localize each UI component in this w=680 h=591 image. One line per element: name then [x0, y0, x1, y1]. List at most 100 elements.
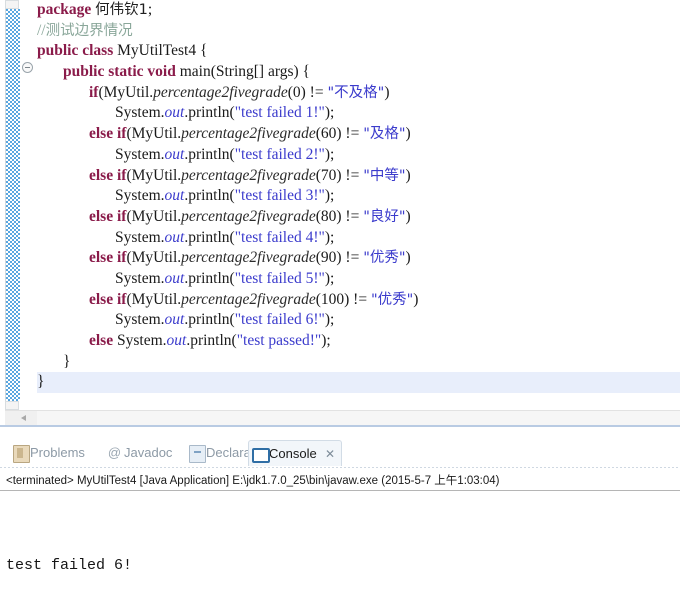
code-token: else — [89, 332, 117, 349]
code-token: ); — [324, 187, 335, 205]
vertical-scrollbar-marker-bar[interactable] — [5, 9, 21, 401]
code-line[interactable]: package 何伟钦1; — [37, 0, 680, 21]
code-line[interactable]: System.out.println("test failed 4!"); — [37, 228, 680, 249]
code-token: "不及格" — [327, 84, 385, 101]
code-token: System. — [115, 311, 165, 329]
overview-ruler-top-cap[interactable] — [5, 0, 19, 9]
console-icon — [252, 448, 270, 463]
code-token: "中等" — [363, 167, 406, 184]
code-editor-area: package 何伟钦1;//测试边界情况 public class MyUtil… — [0, 0, 680, 426]
code-token: .println( — [184, 187, 235, 205]
code-token: ) — [405, 125, 411, 143]
scroll-track[interactable] — [37, 411, 680, 426]
collapse-fold-icon[interactable] — [22, 62, 33, 73]
code-line[interactable]: } — [37, 372, 680, 394]
code-token: (MyUtil. — [126, 125, 182, 143]
code-token: System. — [115, 269, 165, 287]
code-token: public static void — [63, 63, 180, 81]
code-line[interactable]: else if(MyUtil.percentage2fivegrade(90) … — [37, 248, 680, 269]
code-token: "及格" — [363, 126, 406, 143]
code-token: MyUtilTest4 { — [117, 42, 208, 60]
code-line[interactable]: } — [37, 352, 680, 373]
close-icon[interactable]: ✕ — [325, 447, 335, 461]
code-token: ) — [405, 207, 411, 225]
code-line[interactable]: public static void main(String[] args) { — [37, 62, 680, 83]
code-token: else if — [89, 125, 127, 143]
tab-label: Console — [269, 446, 317, 461]
code-token: System. — [115, 104, 165, 122]
code-token: else if — [89, 166, 127, 184]
code-line[interactable]: System.out.println("test failed 5!"); — [37, 269, 680, 290]
code-token: .println( — [184, 311, 235, 329]
eclipse-ide-window: package 何伟钦1;//测试边界情况 public class MyUtil… — [0, 0, 680, 574]
tab-javadoc[interactable]: @ Javadoc — [104, 440, 173, 466]
editor-horizontal-scrollbar[interactable] — [5, 410, 680, 426]
code-token: .println( — [184, 145, 235, 163]
code-token: ) — [384, 83, 390, 101]
code-token: percentage2fivegrade — [181, 207, 316, 225]
code-token: 何伟钦1 — [95, 2, 148, 18]
code-token: "test failed 4!" — [234, 228, 325, 246]
code-line[interactable]: System.out.println("test failed 3!"); — [37, 186, 680, 207]
tab-label: Javadoc — [124, 445, 173, 460]
code-token: ); — [321, 332, 331, 349]
code-token: ); — [324, 311, 335, 329]
tab-problems[interactable]: Problems — [10, 440, 85, 466]
code-line[interactable]: System.out.println("test failed 2!"); — [37, 145, 680, 166]
code-token: out — [166, 332, 187, 349]
overview-ruler-bottom-cap[interactable] — [5, 401, 19, 410]
code-token: (MyUtil. — [126, 249, 182, 267]
code-token: out — [164, 228, 185, 246]
code-token: out — [164, 269, 185, 287]
view-tab-bar: Problems @ Javadoc Declaration Console ✕ — [0, 440, 680, 468]
code-token: (MyUtil. — [126, 290, 182, 308]
code-token: .println( — [184, 269, 235, 287]
code-token: System. — [115, 228, 165, 246]
code-token: "test passed!" — [236, 332, 322, 349]
code-token: else if — [89, 249, 127, 267]
code-text-area[interactable]: package 何伟钦1;//测试边界情况 public class MyUtil… — [37, 0, 680, 410]
code-token: } — [63, 352, 71, 370]
console-output-area[interactable]: test failed 6! — [0, 491, 680, 574]
code-line[interactable]: else if(MyUtil.percentage2fivegrade(60) … — [37, 124, 680, 145]
code-token: "test failed 6!" — [234, 311, 325, 329]
code-line[interactable]: else System.out.println("test passed!"); — [37, 331, 680, 352]
tab-bar-underline — [0, 467, 680, 468]
code-token: (MyUtil. — [98, 83, 154, 101]
code-token: "test failed 1!" — [234, 104, 325, 122]
code-token: .println( — [186, 332, 237, 349]
code-line[interactable]: else if(MyUtil.percentage2fivegrade(70) … — [37, 166, 680, 187]
scroll-left-arrow-icon[interactable] — [10, 411, 37, 426]
code-token: (MyUtil. — [126, 207, 182, 225]
code-line[interactable]: if(MyUtil.percentage2fivegrade(0) != "不及… — [37, 83, 680, 104]
code-line[interactable]: //测试边界情况 — [37, 21, 680, 42]
code-line[interactable]: System.out.println("test failed 6!"); — [37, 310, 680, 331]
console-output-text: test failed 6! — [6, 557, 133, 574]
code-token: else if — [89, 290, 127, 308]
code-token: 测试边界情况 — [45, 22, 133, 39]
tab-console[interactable]: Console ✕ — [248, 440, 342, 466]
declaration-icon — [189, 445, 206, 463]
code-token: "test failed 3!" — [234, 187, 325, 205]
code-token: percentage2fivegrade — [153, 83, 288, 101]
code-token: (90) != — [315, 249, 364, 267]
code-token: "优秀" — [363, 250, 406, 267]
code-token: (MyUtil. — [126, 166, 182, 184]
code-token: ); — [324, 104, 335, 122]
code-line[interactable]: System.out.println("test failed 1!"); — [37, 103, 680, 124]
code-token: .println( — [184, 104, 235, 122]
code-token: "良好" — [363, 208, 406, 225]
code-line[interactable]: else if(MyUtil.percentage2fivegrade(80) … — [37, 207, 680, 228]
code-line[interactable]: public class MyUtilTest4 { — [37, 41, 680, 62]
code-token: out — [164, 311, 185, 329]
code-token: (60) != — [315, 125, 364, 143]
code-token: ) — [405, 249, 411, 267]
code-lines-container: package 何伟钦1;//测试边界情况 public class MyUtil… — [37, 0, 680, 394]
code-token: // — [37, 21, 46, 39]
code-line[interactable]: else if(MyUtil.percentage2fivegrade(100)… — [37, 290, 680, 311]
code-token: public class — [37, 42, 118, 60]
tab-label: Problems — [30, 445, 85, 460]
javadoc-at-icon: @ — [107, 445, 122, 460]
code-token: package — [37, 1, 96, 18]
code-token: (0) != — [287, 83, 328, 101]
